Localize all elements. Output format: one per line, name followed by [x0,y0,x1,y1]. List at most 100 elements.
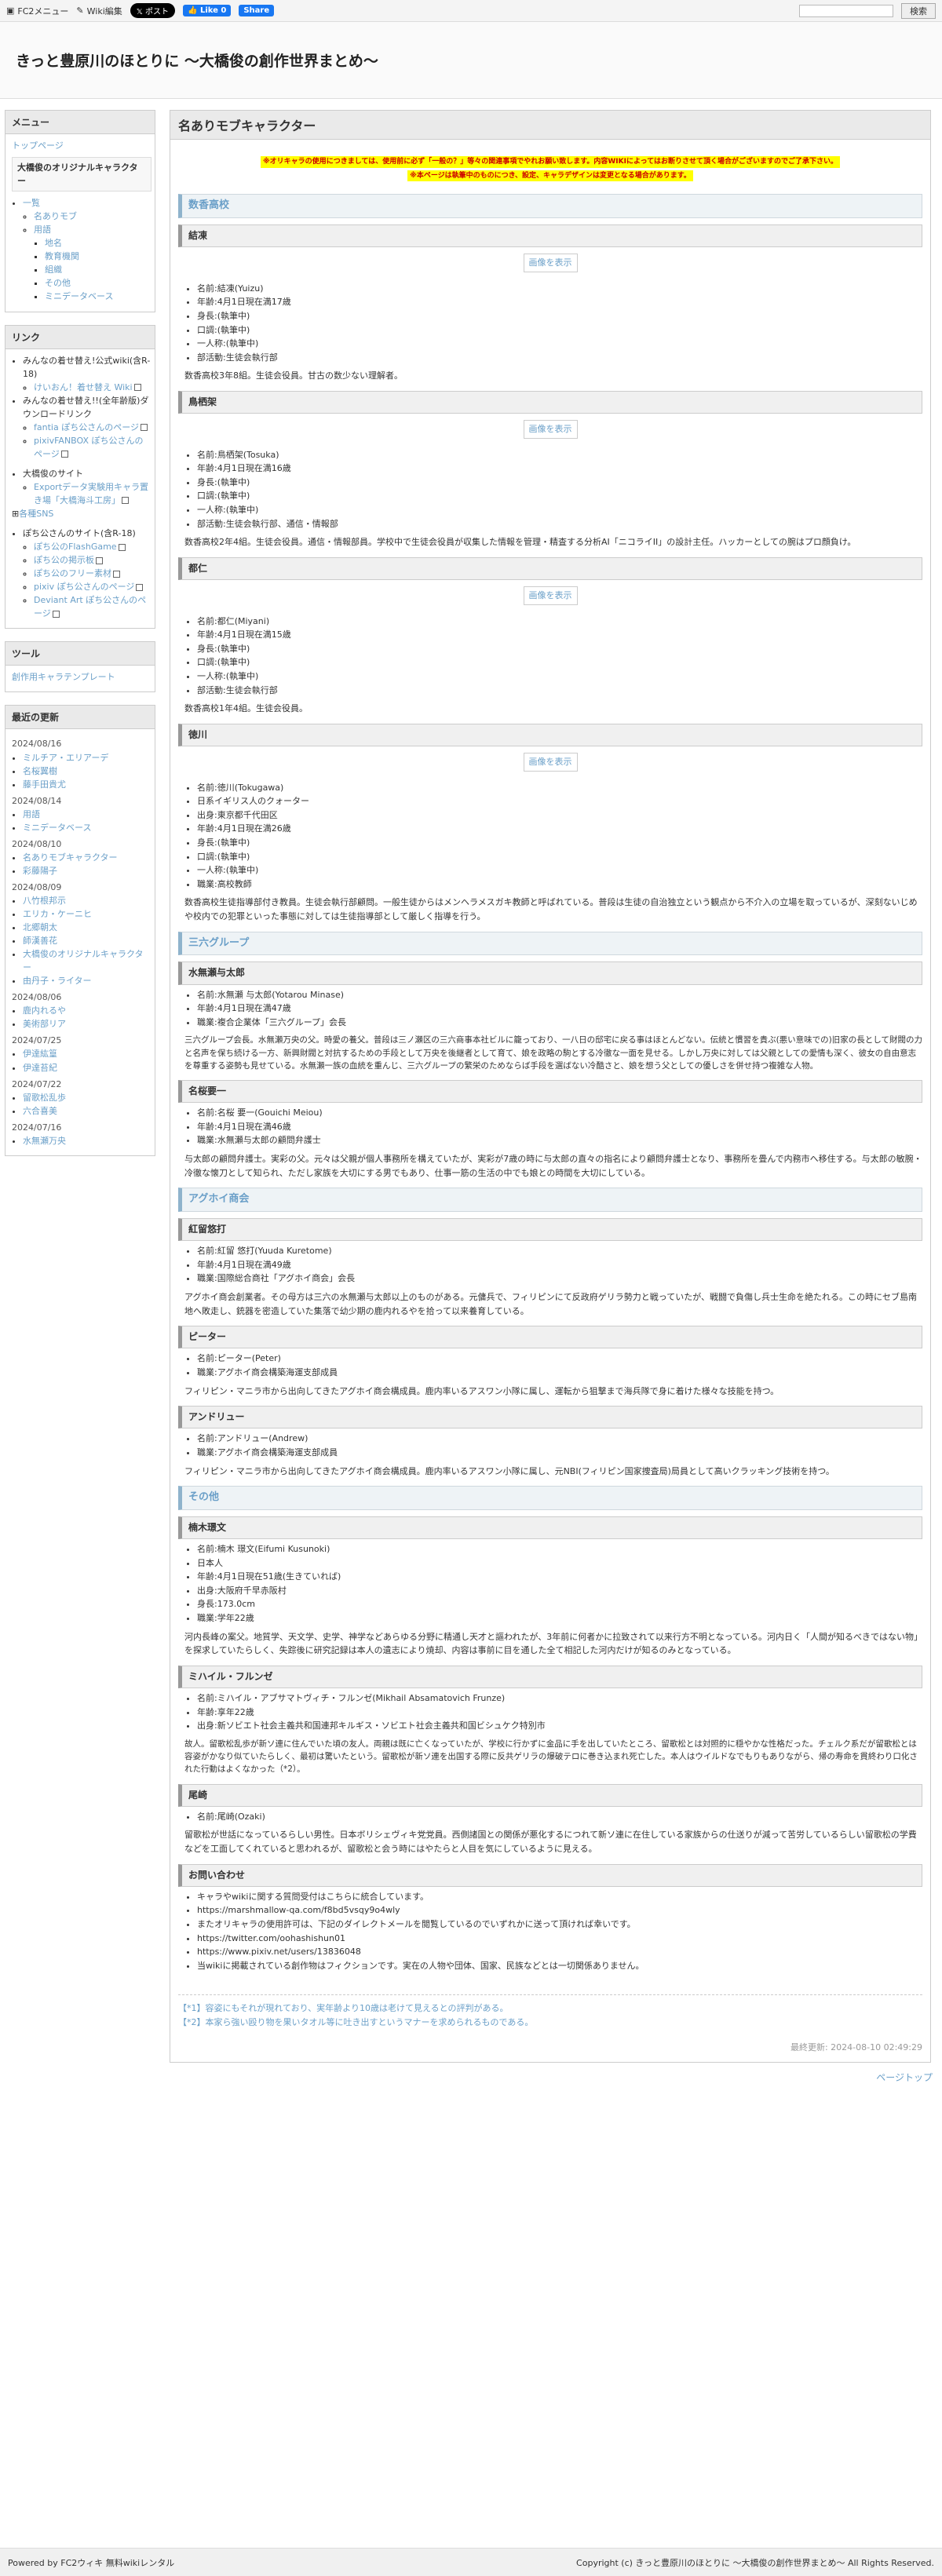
character-heading: アンドリュー [178,1406,922,1429]
plus-box-icon: ⊞ [12,509,20,520]
menu-item[interactable]: 地名 [45,238,62,248]
tools-title: ツール [5,642,155,666]
info-item: 職業:高校教師 [197,878,922,892]
info-item: キャラやwikiに関する質問受付はこちらに統合しています。 [197,1890,922,1904]
character-description: 与太郎の顧問弁護士。実彩の父。元々は父親が個人事務所を構えていたが、実彩が7歳の… [184,1154,922,1178]
x-post-button[interactable]: 𝕏 ポスト [130,3,176,18]
update-item[interactable]: 用語 [23,809,40,819]
info-item: 職業:学年22歳 [197,1611,922,1626]
info-item: 当wikiに掲載されている創作物はフィクションです。実在の人物や団体、国家、民族… [197,1959,922,1973]
notice: ※オリキャラの使用につきましては、使用前に必ず「一般の？」等々の関連事項でやれお… [178,154,922,182]
pagetop-link[interactable]: ページトップ [876,2072,933,2083]
update-item[interactable]: 八竹根邦示 [23,896,66,906]
character-image[interactable]: 画像を表示 [523,254,578,272]
fb-like-button[interactable]: 👍 Like 0 [183,5,232,16]
menu-item[interactable]: 一覧 [23,198,40,208]
menu-box: メニュー トップページ 大橋俊のオリジナルキャラクター 一覧 名ありモブ 用語 … [5,110,155,312]
fc2-menu[interactable]: ▣ FC2メニュー [6,5,68,17]
tool-link[interactable]: 創作用キャラテンプレート [12,672,115,682]
menu-item[interactable]: 名ありモブ [34,211,77,221]
update-item[interactable]: ミルチア・エリアーデ [23,753,108,763]
links-box: リンク みんなの着せ替え!公式wiki(含R-18) けいおん！着せ替え Wik… [5,324,155,629]
link-item[interactable]: fantia ぽち公さんのページ [34,422,139,432]
character-image[interactable]: 画像を表示 [523,752,578,772]
character-heading: 尾崎 [178,1783,922,1807]
update-item[interactable]: 大橋俊のオリジナルキャラクター [23,949,144,972]
info-item: 職業:水無瀬与太郎の顧問弁護士 [197,1133,922,1148]
info-item: 職業:アグホイ商会構築海運支部成員 [197,1446,922,1460]
sns-toggle[interactable]: ⊞各種SNS [12,507,152,520]
update-item[interactable]: 水無瀬万央 [23,1136,66,1146]
info-item: 身長:173.0cm [197,1597,922,1611]
info-item: 一人称:(執筆中) [197,670,922,684]
update-item[interactable]: 美術部リア [23,1019,66,1029]
update-item[interactable]: ミニデータベース [23,823,91,833]
menu-item[interactable]: 組織 [45,265,62,275]
info-item: https://marshmallow-qa.com/f8bd5vsqy9o4w… [197,1903,922,1917]
site-title[interactable]: きっと豊原川のほとりに 〜大橋俊の創作世界まとめ〜 [16,49,378,71]
link-item[interactable]: pixiv ぽち公さんのページ [34,582,134,592]
top-page-link[interactable]: トップページ [12,140,64,151]
update-item[interactable]: 伊達苔紀 [23,1063,57,1073]
sidebar: メニュー トップページ 大橋俊のオリジナルキャラクター 一覧 名ありモブ 用語 … [5,110,155,2063]
update-item[interactable]: 名桜翼樹 [23,766,57,776]
update-item[interactable]: エリカ・ケーニヒ [23,909,92,919]
menu-item[interactable]: その他 [45,278,71,288]
character-heading: ピーター [178,1326,922,1349]
link-item[interactable]: Exportデータ実験用キャラ置き場「大橋海斗工房」 [34,482,148,505]
link-item[interactable]: Deviant Art ぽち公さんのページ [34,595,146,618]
menu-item[interactable]: 教育機関 [45,251,79,261]
character-heading: 紅留悠打 [178,1218,922,1242]
powered-by[interactable]: Powered by FC2ウィキ 無料wikiレンタル [8,2556,174,2569]
update-item[interactable]: 藤手田貴尤 [23,779,66,790]
menu-item[interactable]: ミニデータベース [45,291,113,301]
link-heading: みんなの着せ替え!!(全年齢版)ダウンロードリンク [23,395,149,419]
character-description: 数香高校1年4組。生徒会役員。 [184,703,308,714]
update-item[interactable]: 北郷朝太 [23,922,57,932]
fb-share-button[interactable]: Share [239,5,275,16]
link-item[interactable]: pixivFANBOX ぽち公さんのページ [34,436,144,459]
character-heading: 結凍 [178,224,922,248]
update-item[interactable]: 名ありモブキャラクター [23,852,118,863]
link-item[interactable]: ぽち公の掲示板 [34,555,94,565]
link-item[interactable]: ぽち公のフリー素材 [34,568,111,578]
character-image[interactable]: 画像を表示 [523,586,578,605]
info-item: 身長:(執筆中) [197,309,922,323]
x-icon: 𝕏 [136,8,146,16]
info-item: 年齢:4月1日現在満26歳 [197,822,922,836]
group-heading: 三六グループ [178,931,922,956]
info-item: 年齢:4月1日現在満17歳 [197,295,922,309]
update-item[interactable]: 由丹子・ライター [23,976,92,986]
link-item[interactable]: けいおん！着せ替え Wiki [34,382,133,392]
info-item: 名前:ピーター(Peter) [197,1352,922,1366]
link-item[interactable]: ぽち公のFlashGame [34,542,117,552]
update-item[interactable]: 六合喜美 [23,1106,57,1116]
group-heading: その他 [178,1486,922,1510]
character-description: フィリピン・マニラ市から出向してきたアグホイ商会構成員。鹿内率いるアスワン小隊に… [184,1385,780,1396]
menu-item[interactable]: 用語 [34,224,51,235]
info-item: 名前:都仁(Miyani) [197,615,922,629]
update-date: 2024/07/25 [12,1035,62,1046]
group-heading: 数香高校 [178,194,922,218]
link-heading: 大橋俊のサイト [23,468,83,479]
external-link-icon [52,610,60,618]
info-item: 名前:ミハイル・アブサマトヴィチ・フルンゼ(Mikhail Absamatovi… [197,1691,922,1706]
character-description: アグホイ商会創業者。その母方は三六の水無瀬与太郎以上のものがある。元傭兵で、フィ… [184,1292,918,1316]
search-button[interactable]: 検索 [901,2,936,19]
tools-box: ツール 創作用キャラテンプレート [5,641,155,693]
external-link-icon [140,424,148,432]
link-heading: みんなの着せ替え!公式wiki(含R-18) [23,355,151,379]
wiki-edit-link[interactable]: ✎ Wiki編集 [76,5,122,17]
update-item[interactable]: 鹿内れるや [23,1005,66,1016]
update-item[interactable]: 留歌松乱歩 [23,1093,66,1103]
character-image[interactable]: 画像を表示 [523,420,578,439]
info-item: 身長:(執筆中) [197,476,922,490]
page-title: 名ありモブキャラクター [170,111,930,140]
search-input[interactable] [799,4,893,17]
update-item[interactable]: 伊達紘篁 [23,1049,57,1059]
update-item[interactable]: 師漢善花 [23,936,57,946]
update-item[interactable]: 彩藤陽子 [23,866,57,876]
update-date: 2024/08/09 [12,881,62,892]
info-item: 年齢:4月1日現在51歳(生きていれば) [197,1570,922,1584]
character-description: 河内長峰の案父。地質学、天文学、史学、神学などあらゆる分野に精通し天才と謳われた… [184,1631,923,1656]
